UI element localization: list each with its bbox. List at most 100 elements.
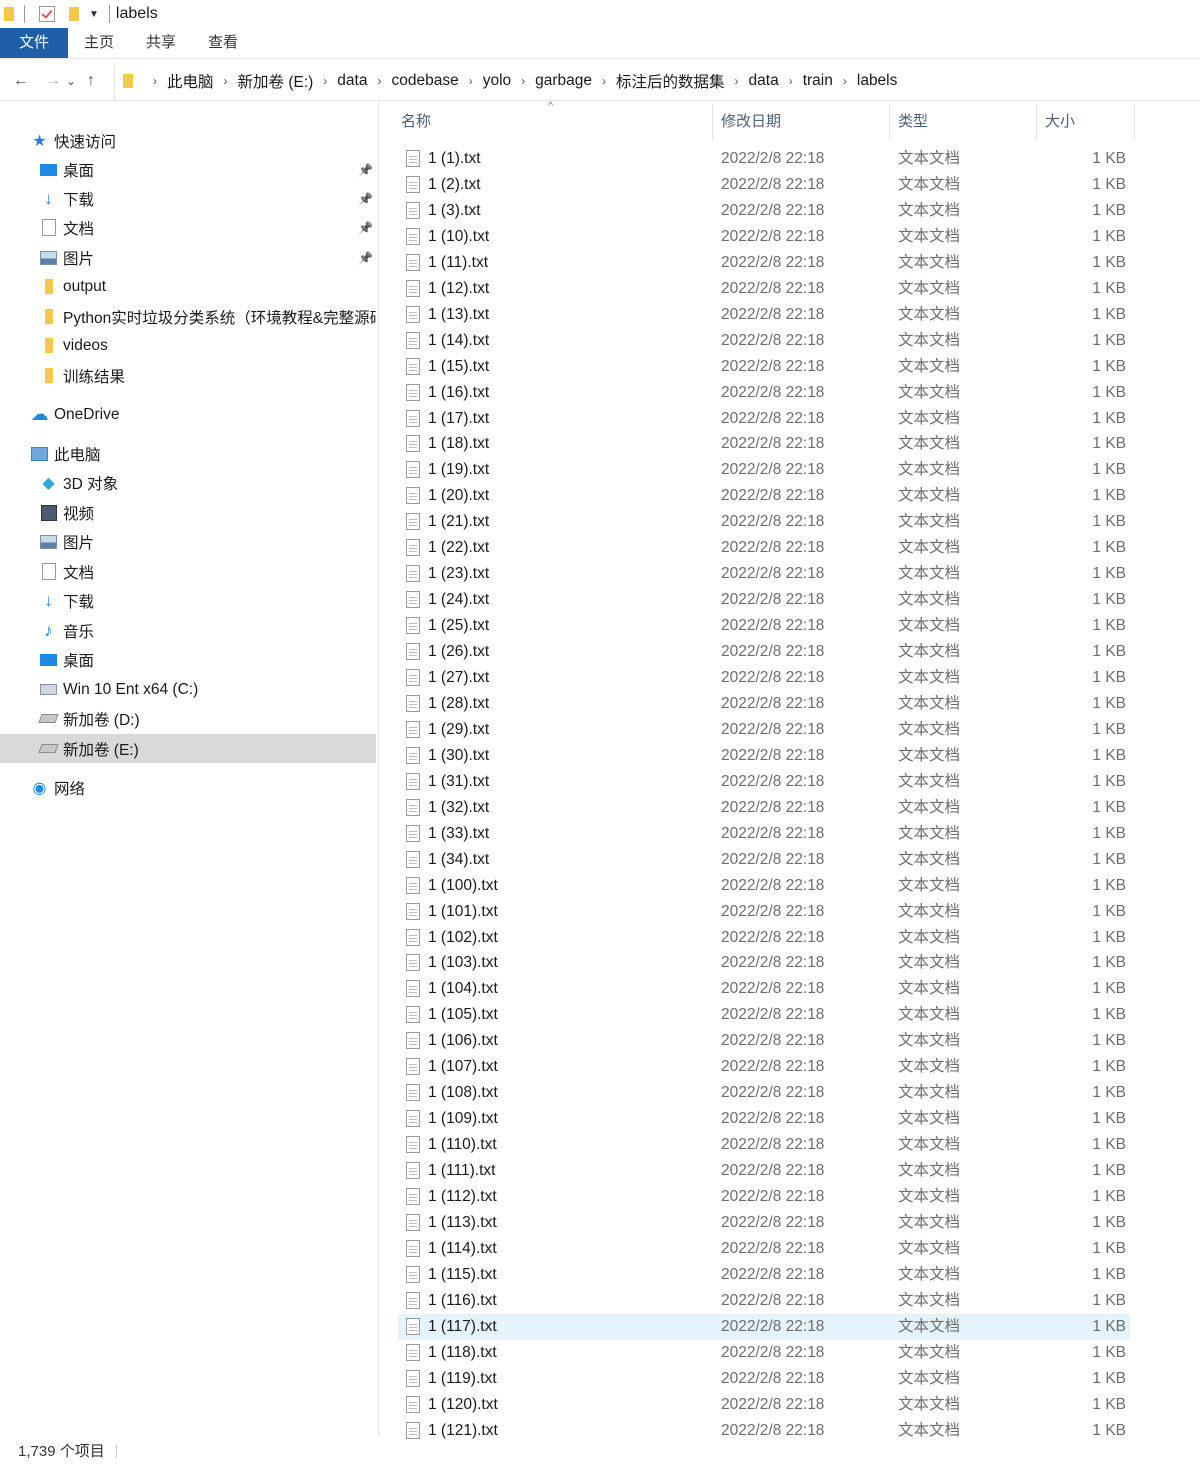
up-arrow-icon[interactable]: ↑ (80, 72, 102, 90)
file-row[interactable]: 1 (108).txt 2022/2/8 22:18 文本文档 1 KB (398, 1080, 1130, 1106)
breadcrumb-chevron-icon[interactable]: › (224, 74, 228, 88)
sidebar-item[interactable]: 新加卷 (E:) (0, 734, 376, 763)
file-row[interactable]: 1 (3).txt 2022/2/8 22:18 文本文档 1 KB (398, 198, 1130, 224)
tab-file[interactable]: 文件 (0, 28, 68, 58)
file-row[interactable]: 1 (120).txt 2022/2/8 22:18 文本文档 1 KB (398, 1392, 1130, 1418)
breadcrumb-chevron-icon[interactable]: › (602, 74, 606, 88)
breadcrumb-chevron-icon[interactable]: › (521, 74, 525, 88)
customize-quick-access-dropdown-icon[interactable]: ▼ (89, 9, 99, 20)
column-header-name[interactable]: 名称 (401, 102, 431, 142)
file-row[interactable]: 1 (16).txt 2022/2/8 22:18 文本文档 1 KB (398, 380, 1130, 406)
file-row[interactable]: 1 (12).txt 2022/2/8 22:18 文本文档 1 KB (398, 276, 1130, 302)
file-row[interactable]: 1 (101).txt 2022/2/8 22:18 文本文档 1 KB (398, 899, 1130, 925)
breadcrumb-item[interactable]: labels (857, 72, 898, 90)
sidebar-item[interactable]: Python实时垃圾分类系统（环境教程&完整源码 (0, 302, 376, 331)
column-divider[interactable] (1036, 104, 1037, 140)
file-row[interactable]: 1 (33).txt 2022/2/8 22:18 文本文档 1 KB (398, 821, 1130, 847)
breadcrumb-chevron-icon[interactable]: › (153, 74, 157, 88)
sidebar-item[interactable]: 训练结果 (0, 361, 376, 390)
pin-icon[interactable]: 📌 (358, 192, 373, 206)
tab-view[interactable]: 查看 (192, 28, 254, 58)
file-row[interactable]: 1 (24).txt 2022/2/8 22:18 文本文档 1 KB (398, 587, 1130, 613)
breadcrumb-item[interactable]: 标注后的数据集 (616, 70, 725, 92)
sidebar-item[interactable]: ↓ 下载 📌 (0, 184, 376, 213)
back-arrow-icon[interactable]: ← (10, 72, 32, 90)
file-row[interactable]: 1 (109).txt 2022/2/8 22:18 文本文档 1 KB (398, 1106, 1130, 1132)
sidebar-item[interactable]: 图片 📌 (0, 243, 376, 272)
tab-share[interactable]: 共享 (130, 28, 192, 58)
file-row[interactable]: 1 (105).txt 2022/2/8 22:18 文本文档 1 KB (398, 1002, 1130, 1028)
sidebar-item[interactable]: ◉ 网络 (0, 773, 376, 802)
file-row[interactable]: 1 (15).txt 2022/2/8 22:18 文本文档 1 KB (398, 354, 1130, 380)
file-row[interactable]: 1 (2).txt 2022/2/8 22:18 文本文档 1 KB (398, 172, 1130, 198)
file-row[interactable]: 1 (32).txt 2022/2/8 22:18 文本文档 1 KB (398, 795, 1130, 821)
sidebar-item[interactable]: videos (0, 331, 376, 360)
breadcrumb-item[interactable]: 新加卷 (E:) (238, 70, 314, 92)
file-row[interactable]: 1 (115).txt 2022/2/8 22:18 文本文档 1 KB (398, 1262, 1130, 1288)
sidebar-item[interactable]: 文档 (0, 557, 376, 586)
tab-home[interactable]: 主页 (68, 28, 130, 58)
breadcrumb-chevron-icon[interactable]: › (735, 74, 739, 88)
breadcrumb-item[interactable]: yolo (483, 72, 511, 90)
file-row[interactable]: 1 (103).txt 2022/2/8 22:18 文本文档 1 KB (398, 950, 1130, 976)
breadcrumb-chevron-icon[interactable]: › (469, 74, 473, 88)
sidebar-item[interactable]: ★ 快速访问 (0, 126, 376, 155)
breadcrumb-item[interactable]: codebase (391, 72, 458, 90)
file-row[interactable]: 1 (20).txt 2022/2/8 22:18 文本文档 1 KB (398, 483, 1130, 509)
sidebar-item[interactable]: 图片 (0, 527, 376, 556)
file-row[interactable]: 1 (34).txt 2022/2/8 22:18 文本文档 1 KB (398, 847, 1130, 873)
pin-icon[interactable]: 📌 (358, 221, 373, 235)
breadcrumb-item[interactable]: 此电脑 (167, 70, 214, 92)
sidebar-item[interactable]: 此电脑 (0, 439, 376, 468)
file-row[interactable]: 1 (27).txt 2022/2/8 22:18 文本文档 1 KB (398, 665, 1130, 691)
file-row[interactable]: 1 (30).txt 2022/2/8 22:18 文本文档 1 KB (398, 743, 1130, 769)
breadcrumb-chevron-icon[interactable]: › (843, 74, 847, 88)
properties-check-icon[interactable] (39, 6, 55, 22)
file-row[interactable]: 1 (117).txt 2022/2/8 22:18 文本文档 1 KB (398, 1313, 1130, 1340)
file-row[interactable]: 1 (11).txt 2022/2/8 22:18 文本文档 1 KB (398, 250, 1130, 276)
sidebar-item[interactable]: ☁ OneDrive (0, 400, 376, 429)
breadcrumb-chevron-icon[interactable]: › (789, 74, 793, 88)
breadcrumb-chevron-icon[interactable]: › (377, 74, 381, 88)
file-row[interactable]: 1 (17).txt 2022/2/8 22:18 文本文档 1 KB (398, 406, 1130, 432)
file-row[interactable]: 1 (107).txt 2022/2/8 22:18 文本文档 1 KB (398, 1054, 1130, 1080)
file-row[interactable]: 1 (18).txt 2022/2/8 22:18 文本文档 1 KB (398, 431, 1130, 457)
column-header-size[interactable]: 大小 (1045, 102, 1075, 142)
file-row[interactable]: 1 (114).txt 2022/2/8 22:18 文本文档 1 KB (398, 1236, 1130, 1262)
file-row[interactable]: 1 (21).txt 2022/2/8 22:18 文本文档 1 KB (398, 509, 1130, 535)
column-divider[interactable] (1134, 104, 1135, 140)
sidebar-item[interactable]: 新加卷 (D:) (0, 704, 376, 733)
sidebar-item[interactable]: 视频 (0, 498, 376, 527)
file-row[interactable]: 1 (28).txt 2022/2/8 22:18 文本文档 1 KB (398, 691, 1130, 717)
file-row[interactable]: 1 (26).txt 2022/2/8 22:18 文本文档 1 KB (398, 639, 1130, 665)
pin-icon[interactable]: 📌 (358, 163, 373, 177)
file-row[interactable]: 1 (112).txt 2022/2/8 22:18 文本文档 1 KB (398, 1184, 1130, 1210)
file-row[interactable]: 1 (113).txt 2022/2/8 22:18 文本文档 1 KB (398, 1210, 1130, 1236)
file-row[interactable]: 1 (100).txt 2022/2/8 22:18 文本文档 1 KB (398, 873, 1130, 899)
sidebar-item[interactable]: 桌面 (0, 645, 376, 674)
file-row[interactable]: 1 (118).txt 2022/2/8 22:18 文本文档 1 KB (398, 1340, 1130, 1366)
new-folder-icon[interactable] (69, 7, 79, 21)
column-header-modified[interactable]: 修改日期 (721, 102, 781, 142)
file-row[interactable]: 1 (104).txt 2022/2/8 22:18 文本文档 1 KB (398, 976, 1130, 1002)
breadcrumb-item[interactable]: data (749, 72, 779, 90)
file-row[interactable]: 1 (25).txt 2022/2/8 22:18 文本文档 1 KB (398, 613, 1130, 639)
recent-locations-chevron-icon[interactable]: ⌄ (64, 74, 78, 88)
breadcrumb-item[interactable]: garbage (535, 72, 592, 90)
file-row[interactable]: 1 (13).txt 2022/2/8 22:18 文本文档 1 KB (398, 302, 1130, 328)
navigation-pane[interactable]: ★ 快速访问 桌面 📌 ↓ 下载 📌 文档 📌 图片 📌 output Python实时垃圾分类系统（环… (0, 101, 379, 1436)
file-row[interactable]: 1 (110).txt 2022/2/8 22:18 文本文档 1 KB (398, 1132, 1130, 1158)
sidebar-item[interactable]: output (0, 272, 376, 301)
file-row[interactable]: 1 (1).txt 2022/2/8 22:18 文本文档 1 KB (398, 146, 1130, 172)
file-row[interactable]: 1 (29).txt 2022/2/8 22:18 文本文档 1 KB (398, 717, 1130, 743)
breadcrumb-chevron-icon[interactable]: › (323, 74, 327, 88)
file-row[interactable]: 1 (106).txt 2022/2/8 22:18 文本文档 1 KB (398, 1028, 1130, 1054)
file-row[interactable]: 1 (23).txt 2022/2/8 22:18 文本文档 1 KB (398, 561, 1130, 587)
column-divider[interactable] (889, 104, 890, 140)
forward-arrow-icon[interactable]: → (42, 72, 64, 90)
file-row[interactable]: 1 (31).txt 2022/2/8 22:18 文本文档 1 KB (398, 769, 1130, 795)
sidebar-item[interactable]: 文档 📌 (0, 213, 376, 242)
sidebar-item[interactable]: ↓ 下载 (0, 586, 376, 615)
pin-icon[interactable]: 📌 (358, 251, 373, 265)
file-row[interactable]: 1 (14).txt 2022/2/8 22:18 文本文档 1 KB (398, 328, 1130, 354)
